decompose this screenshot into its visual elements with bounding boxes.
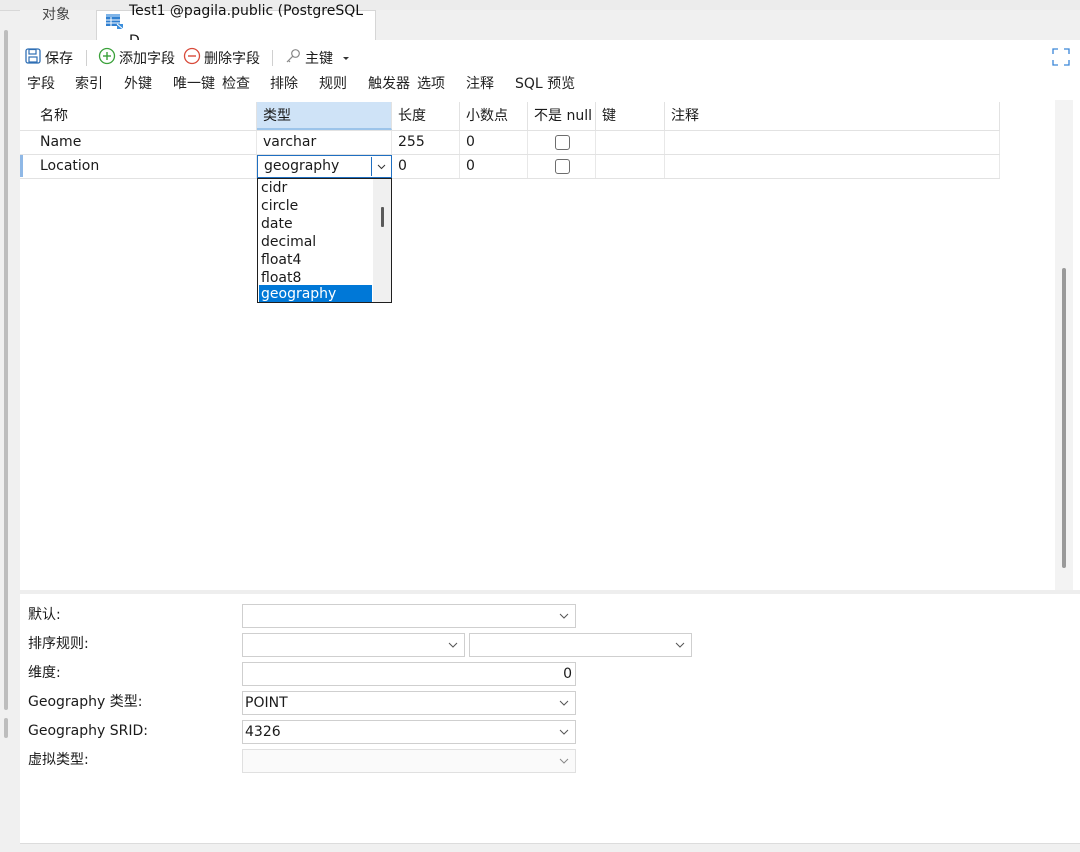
maximize-icon[interactable] [1052,48,1070,66]
save-button[interactable]: 保存 [24,44,73,72]
geography-type-label: Geography 类型: [28,694,143,710]
dropdown-option[interactable]: circle [259,197,372,215]
delete-field-button[interactable]: 删除字段 [183,44,260,72]
not-null-checkbox[interactable] [555,159,570,174]
primary-key-label: 主键 [305,51,333,67]
subtab-triggers[interactable]: 触发器 [368,73,410,95]
left-splitter-handle[interactable] [4,718,8,738]
subtab-sql-preview[interactable]: SQL 预览 [515,73,575,95]
subtab-comment[interactable]: 注释 [466,73,494,95]
cell-field-type[interactable]: varchar [257,131,392,154]
add-icon [98,47,116,69]
grid-scroll-thumb[interactable] [1062,268,1066,568]
current-row-marker [20,155,23,177]
column-header-not-null[interactable]: 不是 null [528,102,596,130]
type-combobox-value: geography [264,158,340,174]
dropdown-option[interactable]: date [259,215,372,233]
collation-name-combobox[interactable] [469,633,692,657]
dropdown-scrollbar[interactable] [373,179,391,302]
dimension-label: 维度: [28,665,61,681]
key-icon [284,47,302,69]
collation-label: 排序规则: [28,636,89,652]
column-header-type[interactable]: 类型 [257,102,392,130]
column-header-name[interactable]: 名称 [34,102,257,130]
chevron-down-icon [559,613,569,619]
cell-field-decimals[interactable]: 0 [460,155,528,178]
chevron-down-icon [448,642,458,648]
collation-schema-combobox[interactable] [242,633,465,657]
dropdown-arrow-icon [342,50,350,66]
tab-objects[interactable]: 对象 [20,0,92,30]
subtab-rules[interactable]: 规则 [319,73,347,95]
add-field-label: 添加字段 [119,51,175,67]
panel-divider[interactable] [20,590,1080,594]
cell-field-length[interactable]: 0 [392,155,460,178]
geography-type-combobox[interactable]: POINT [242,691,576,715]
column-header-comment[interactable]: 注释 [665,102,1000,130]
cell-field-length[interactable]: 255 [392,131,460,154]
default-label: 默认: [28,607,61,623]
default-combobox[interactable] [242,604,576,628]
toolbar-separator [272,50,273,66]
grid-line [20,178,1000,179]
cell-key[interactable] [596,131,665,154]
toolbar-separator [86,50,87,66]
not-null-checkbox[interactable] [555,135,570,150]
cell-not-null [528,131,596,154]
column-header-decimals[interactable]: 小数点 [460,102,528,130]
chevron-down-icon[interactable] [371,157,390,176]
add-field-button[interactable]: 添加字段 [98,44,175,72]
remove-icon [183,47,201,69]
cell-comment[interactable] [665,155,1000,178]
save-label: 保存 [45,51,73,67]
dropdown-option[interactable]: float4 [259,251,372,269]
subtab-exclude[interactable]: 排除 [270,73,298,95]
cell-field-name[interactable]: Name [34,131,257,154]
type-combobox[interactable]: geography [257,155,392,178]
tab-table-design[interactable]: Test1 @pagila.public (PostgreSQL D... [96,3,376,49]
dimension-input[interactable]: 0 [242,662,576,686]
primary-key-button[interactable]: 主键 [284,44,350,72]
subtab-checks[interactable]: 检查 [222,73,250,95]
subtab-fields[interactable]: 字段 [27,73,55,95]
geography-srid-label: Geography SRID: [28,723,148,739]
dimension-value: 0 [563,666,572,682]
chevron-down-icon [559,700,569,706]
geography-srid-combobox[interactable]: 4326 [242,720,576,744]
dropdown-option-selected[interactable]: geography [259,285,372,302]
cell-key[interactable] [596,155,665,178]
column-header-key[interactable]: 键 [596,102,665,130]
chevron-down-icon [559,758,569,764]
column-header-length[interactable]: 长度 [392,102,460,130]
table-icon [105,11,125,41]
subtab-foreign-keys[interactable]: 外键 [124,73,152,95]
cell-field-name[interactable]: Location [34,155,257,178]
chevron-down-icon [675,642,685,648]
subtab-unique-keys[interactable]: 唯一键 [173,73,215,95]
type-dropdown-list[interactable]: cidr circle date decimal float4 float8 g… [257,178,392,303]
virtual-type-label: 虚拟类型: [28,752,89,768]
virtual-type-combobox[interactable] [242,749,576,773]
toolbar: 保存 添加字段 删除字段 主键 [20,44,1080,72]
dropdown-option[interactable]: cidr [259,179,372,197]
geography-type-value: POINT [245,695,288,711]
subtab-options[interactable]: 选项 [417,73,445,95]
cell-field-decimals[interactable]: 0 [460,131,528,154]
dropdown-scroll-thumb[interactable] [381,207,384,227]
delete-field-label: 删除字段 [204,51,260,67]
save-icon [24,47,42,69]
dropdown-option[interactable]: decimal [259,233,372,251]
subtab-indexes[interactable]: 索引 [75,73,103,95]
left-splitter[interactable] [4,30,8,710]
chevron-down-icon [559,729,569,735]
cell-comment[interactable] [665,131,1000,154]
geography-srid-value: 4326 [245,724,281,740]
cell-not-null [528,155,596,178]
